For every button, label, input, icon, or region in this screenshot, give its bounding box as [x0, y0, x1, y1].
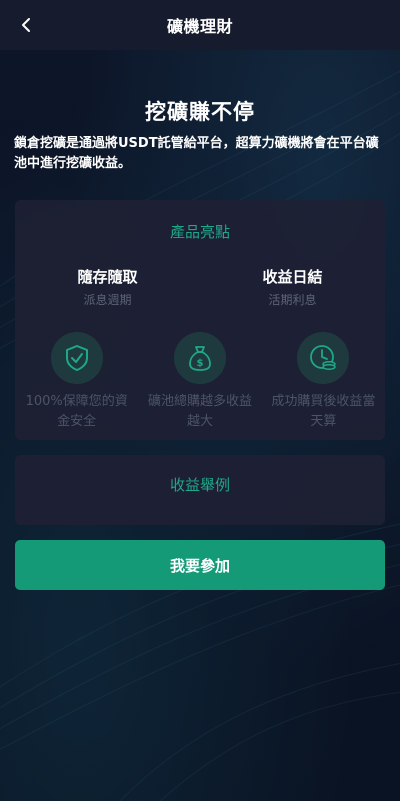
feature-daily-return: 成功購買後收益當天算	[262, 332, 385, 432]
clock-coins-icon	[310, 345, 337, 370]
chevron-left-icon	[22, 18, 30, 32]
highlight-sub: 活期利息	[268, 293, 317, 307]
highlight-sub: 派息週期	[83, 293, 132, 307]
feature-caption: 成功購買後收益當天算	[271, 394, 376, 429]
feature-security: 100%保障您的資金安全	[15, 332, 138, 432]
money-bag-icon: $	[189, 346, 211, 371]
highlight-main: 收益日結	[262, 268, 323, 286]
earnings-example-title: 收益舉例	[169, 476, 230, 494]
product-highlights-title: 產品亮點	[169, 223, 230, 241]
highlight-daily: 收益日結 活期利息	[200, 266, 385, 308]
main-content: 挖礦賺不停 鎖倉挖礦是通過將USDT託管給平台，超算力礦機將會在平台礦池中進行挖…	[0, 50, 400, 590]
highlight-main: 隨存隨取	[77, 268, 138, 286]
shield-check-icon	[65, 345, 88, 371]
highlight-flexible: 隨存隨取 派息週期	[15, 266, 200, 308]
page-title: 礦機理財	[166, 17, 233, 36]
feature-pool: $ 礦池總購越多收益越大	[138, 332, 261, 432]
feature-icons: 100%保障您的資金安全 $ 礦池總購越多收益越大 成功購買後收益當天算	[15, 332, 385, 432]
top-nav-bar: 礦機理財	[0, 0, 400, 50]
product-highlights-card: 產品亮點 隨存隨取 派息週期 收益日結 活期利息 100%保障您的資金安全 $ …	[15, 200, 385, 440]
svg-text:$: $	[197, 358, 204, 369]
back-button[interactable]	[14, 13, 38, 37]
hero-title: 挖礦賺不停	[145, 100, 255, 124]
feature-caption: 100%保障您的資金安全	[25, 394, 128, 429]
hero-description: 鎖倉挖礦是通過將USDT託管給平台，超算力礦機將會在平台礦池中進行挖礦收益。	[14, 136, 379, 171]
join-button[interactable]: 我要參加	[15, 540, 385, 590]
earnings-example-card[interactable]: 收益舉例	[15, 455, 385, 525]
feature-caption: 礦池總購越多收益越大	[147, 394, 252, 429]
highlight-columns: 隨存隨取 派息週期 收益日結 活期利息	[15, 266, 385, 308]
